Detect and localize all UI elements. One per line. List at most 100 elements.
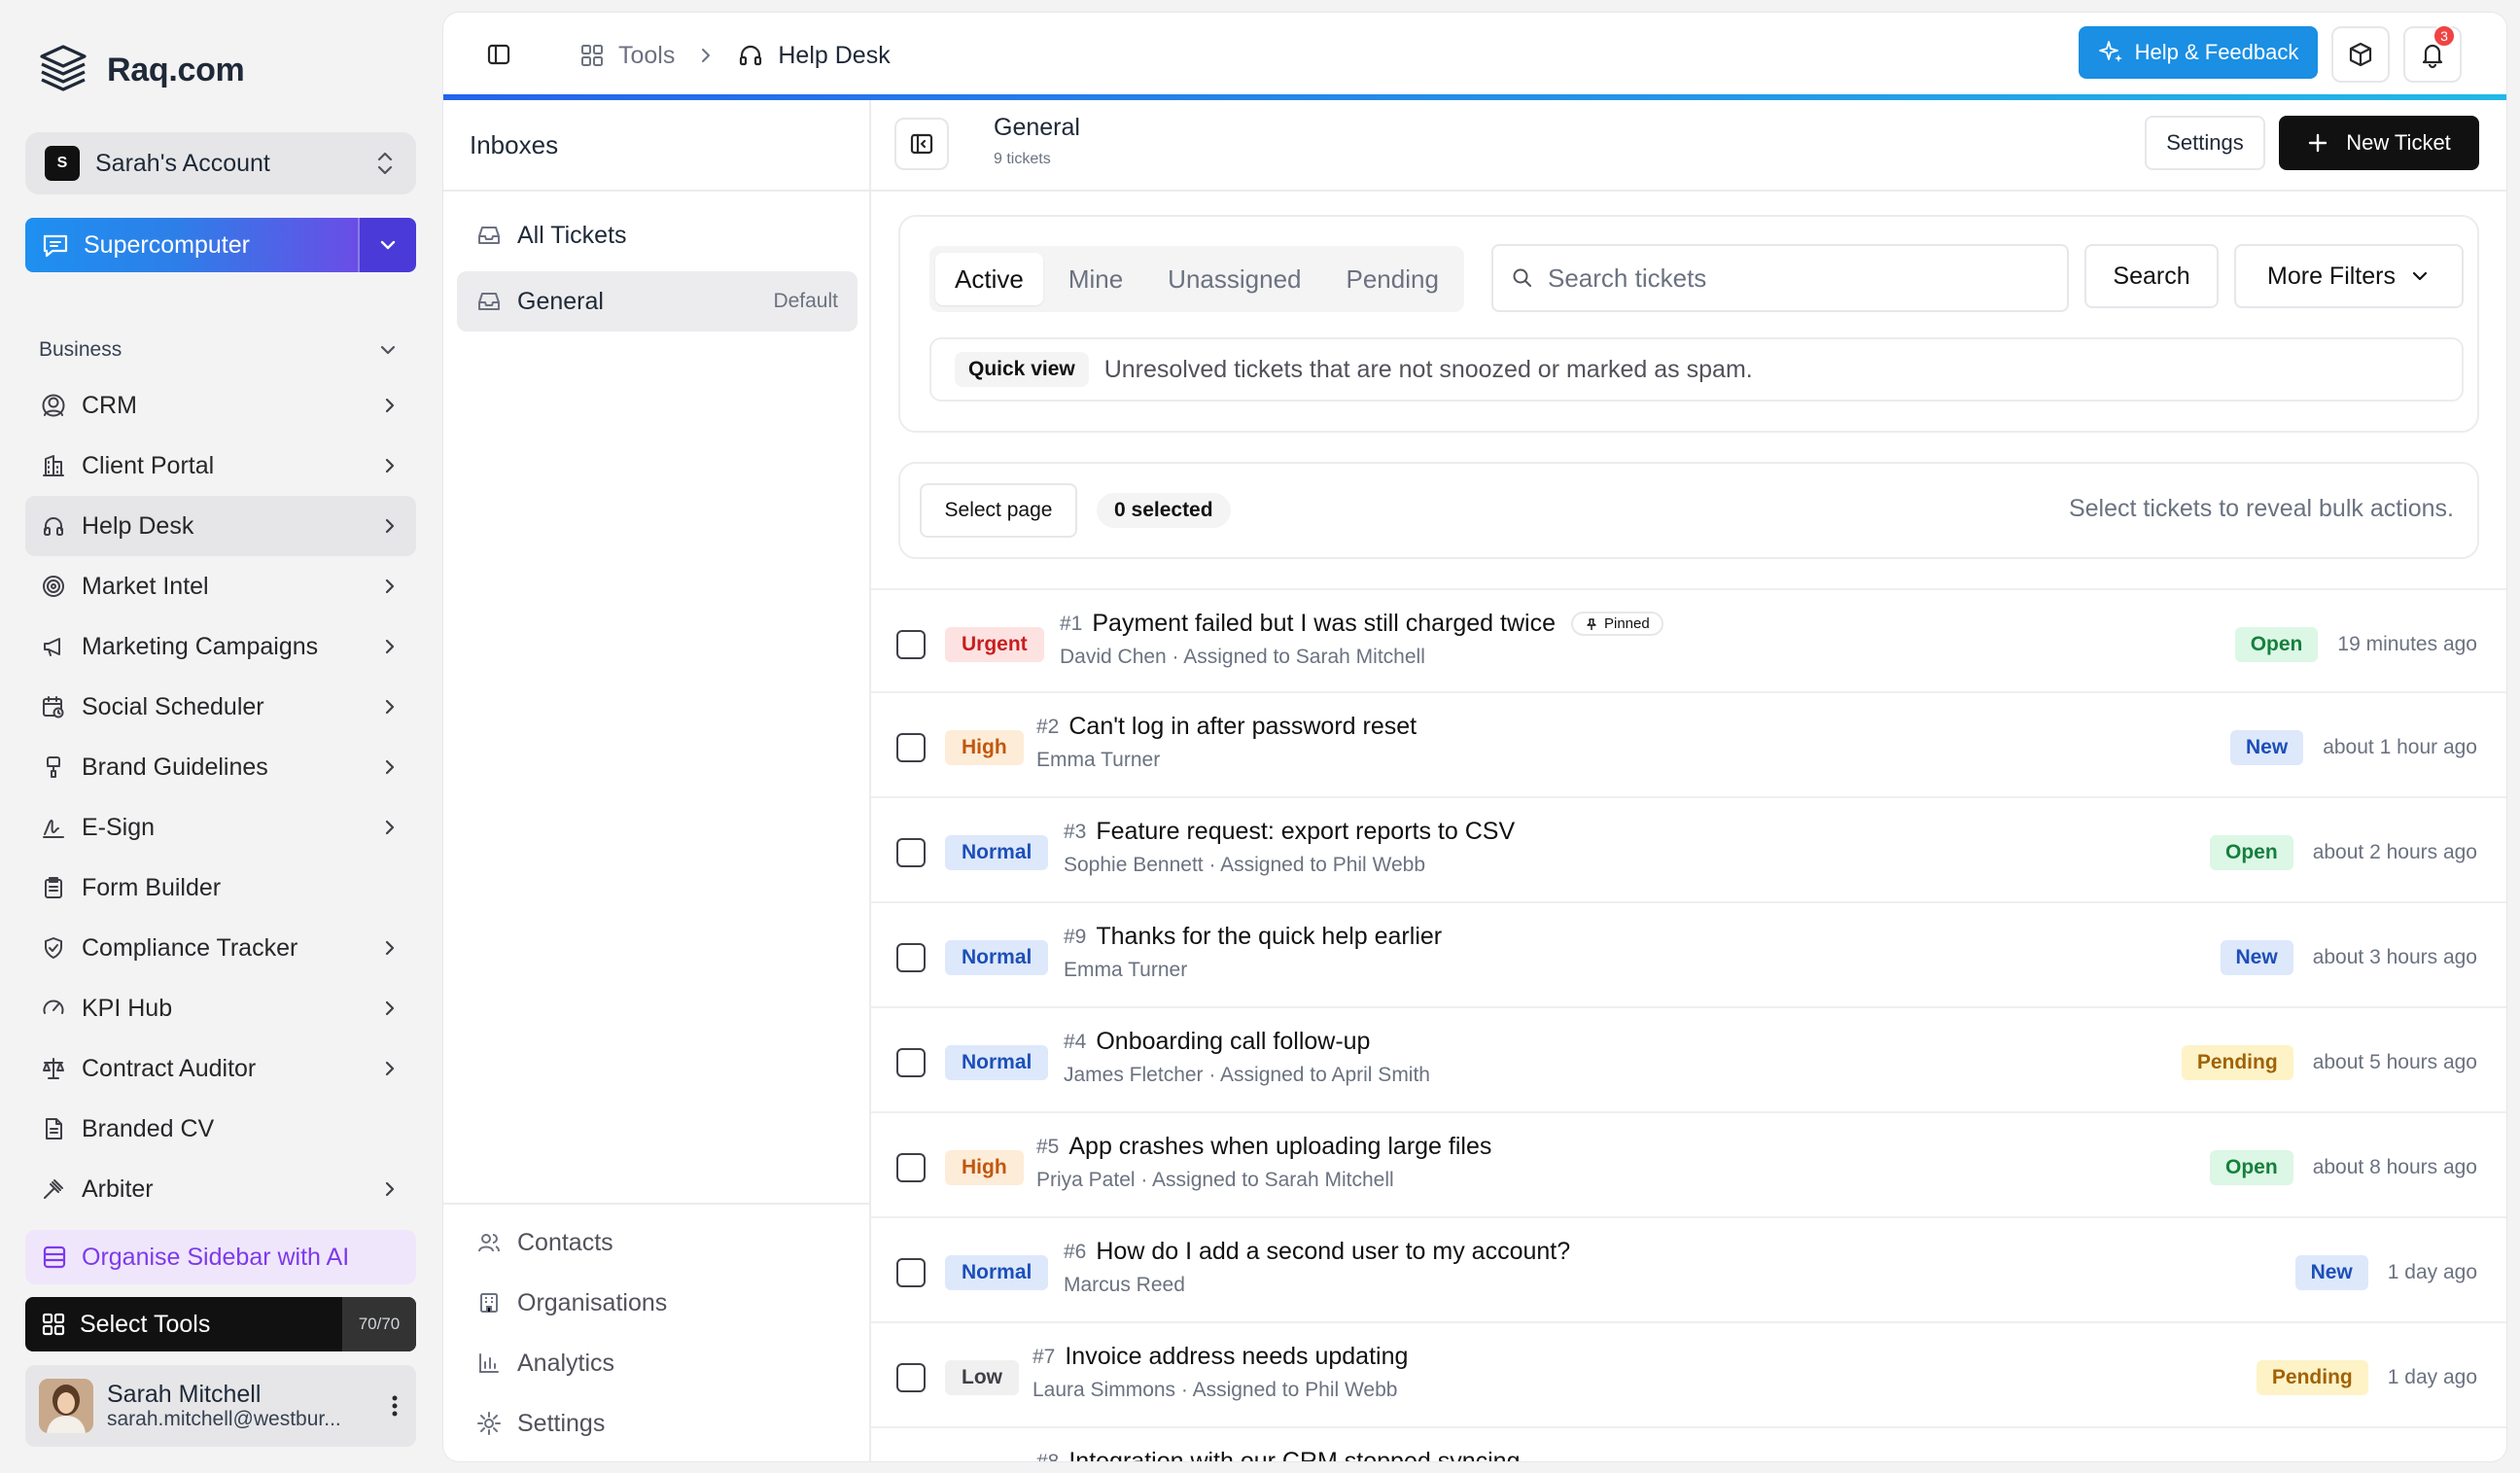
ticket-title[interactable]: Integration with our CRM stopped syncing <box>1068 1448 1520 1461</box>
row-checkbox[interactable] <box>896 1258 926 1287</box>
chat-icon <box>43 234 68 258</box>
search-box[interactable] <box>1491 244 2069 312</box>
tab-unassigned[interactable]: Unassigned <box>1148 253 1320 305</box>
ticket-title[interactable]: Thanks for the quick help earlier <box>1096 923 1442 951</box>
sidebar-item-social-scheduler[interactable]: Social Scheduler <box>25 677 416 737</box>
sidebar-item-kpi-hub[interactable]: KPI Hub <box>25 978 416 1038</box>
supercomputer-dropdown[interactable] <box>358 218 416 272</box>
sidebar-item-compliance-tracker[interactable]: Compliance Tracker <box>25 918 416 978</box>
sparkle-icon <box>2098 41 2122 62</box>
more-filters-button[interactable]: More Filters <box>2234 244 2464 308</box>
sidebar-item-arbiter[interactable]: Arbiter <box>25 1159 416 1219</box>
nav-organisations[interactable]: Organisations <box>443 1273 869 1333</box>
ticket-title[interactable]: How do I add a second user to my account… <box>1096 1238 1570 1266</box>
supercomputer-main[interactable]: Supercomputer <box>25 218 358 272</box>
more-vertical-icon[interactable] <box>389 1392 401 1420</box>
search-input[interactable] <box>1548 263 2067 294</box>
ticket-number: #9 <box>1064 925 1087 948</box>
row-checkbox[interactable] <box>896 630 926 659</box>
ticket-info: #4 Onboarding call follow-up James Fletche… <box>1064 1028 1430 1087</box>
nav-settings[interactable]: Settings <box>443 1393 869 1454</box>
ticket-number: #1 <box>1060 612 1083 635</box>
sidebar-item-contract-auditor[interactable]: Contract Auditor <box>25 1038 416 1099</box>
ticket-count: 9 tickets <box>994 151 1051 167</box>
nav-analytics[interactable]: Analytics <box>443 1333 869 1393</box>
tab-active[interactable]: Active <box>935 253 1043 305</box>
ticket-info: #1 Payment failed but I was still charged… <box>1060 610 1663 669</box>
ticket-title[interactable]: Invoice address needs updating <box>1065 1343 1408 1371</box>
sidebar-item-form-builder[interactable]: Form Builder <box>25 858 416 918</box>
nav-contacts[interactable]: Contacts <box>443 1212 869 1273</box>
tab-pending[interactable]: Pending <box>1326 253 1457 305</box>
table-row[interactable]: Urgent #1 Payment failed but I was still c… <box>871 588 2506 693</box>
priority-badge: Normal <box>945 940 1049 975</box>
ticket-meta: Laura Simmons · Assigned to Phil Webb <box>1032 1379 1398 1401</box>
sidebar-item-brand-guidelines[interactable]: Brand Guidelines <box>25 737 416 797</box>
row-checkbox[interactable] <box>896 1153 926 1182</box>
search-button[interactable]: Search <box>2084 244 2219 308</box>
status-badge: Open <box>2210 835 2293 870</box>
priority-badge: Normal <box>945 1045 1049 1080</box>
table-row[interactable]: High #2 Can't log in after password reset E… <box>871 693 2506 798</box>
breadcrumb-tools[interactable]: Tools <box>618 42 675 70</box>
status-badge: Pending <box>2256 1360 2368 1395</box>
section-business-header[interactable]: Business <box>39 338 399 362</box>
stacked-layers-logo-icon <box>40 45 87 91</box>
ticket-info: #9 Thanks for the quick help earlier Emma … <box>1064 923 1442 982</box>
table-row[interactable]: #8 Integration with our CRM stopped synci… <box>871 1428 2506 1461</box>
notifications-button[interactable]: 3 <box>2403 24 2462 83</box>
inbox-general[interactable]: General Default <box>457 271 858 332</box>
ticket-title[interactable]: Feature request: export reports to CSV <box>1096 818 1515 846</box>
table-row[interactable]: High #5 App crashes when uploading large f… <box>871 1113 2506 1218</box>
sidebar-toggle-icon[interactable] <box>484 40 513 69</box>
sidebar-item-crm[interactable]: CRM <box>25 375 416 436</box>
sidebar-item-e-sign[interactable]: E-Sign <box>25 797 416 858</box>
sidebar-item-branded-cv[interactable]: Branded CV <box>25 1099 416 1159</box>
chevron-up-down-icon <box>377 152 393 175</box>
inbox-all-label: All Tickets <box>517 221 627 249</box>
new-ticket-button[interactable]: New Ticket <box>2279 116 2479 170</box>
row-checkbox[interactable] <box>896 733 926 762</box>
chevron-right-icon <box>385 820 395 835</box>
tab-mine[interactable]: Mine <box>1049 253 1142 305</box>
row-checkbox[interactable] <box>896 943 926 972</box>
ticket-title[interactable]: Onboarding call follow-up <box>1096 1028 1370 1056</box>
chevron-right-icon <box>385 518 395 534</box>
user-menu[interactable]: Sarah Mitchell sarah.mitchell@westbur... <box>25 1365 416 1447</box>
supercomputer-button[interactable]: Supercomputer <box>25 218 416 272</box>
quick-view-pill[interactable]: Quick view <box>955 352 1089 387</box>
chevron-right-icon <box>385 1061 395 1076</box>
building-icon <box>480 1293 498 1313</box>
sidebar-item-client-portal[interactable]: Client Portal <box>25 436 416 496</box>
brand[interactable]: Raq.com <box>35 39 245 101</box>
settings-button[interactable]: Settings <box>2145 116 2265 170</box>
sidebar-item-marketing-campaigns[interactable]: Marketing Campaigns <box>25 616 416 677</box>
row-checkbox[interactable] <box>896 1363 926 1392</box>
table-row[interactable]: Normal #4 Onboarding call follow-up James F… <box>871 1008 2506 1113</box>
inbox-all-tickets[interactable]: All Tickets <box>457 205 858 265</box>
account-switcher[interactable]: S Sarah's Account <box>25 132 416 194</box>
select-tools-label: Select Tools <box>80 1310 211 1338</box>
sidebar-item-label: Help Desk <box>82 511 194 540</box>
organise-sidebar-button[interactable]: Organise Sidebar with AI <box>25 1230 416 1284</box>
table-row[interactable]: Normal #9 Thanks for the quick help earlie… <box>871 903 2506 1008</box>
ticket-info: #6 How do I add a second user to my accou… <box>1064 1238 1570 1297</box>
collapse-inboxes-button[interactable] <box>894 118 949 170</box>
row-checkbox[interactable] <box>896 1048 926 1077</box>
select-tools-button[interactable]: Select Tools 70/70 <box>25 1297 416 1351</box>
table-row[interactable]: Normal #6 How do I add a second user to my… <box>871 1218 2506 1323</box>
ticket-title[interactable]: App crashes when uploading large files <box>1068 1133 1491 1161</box>
table-row[interactable]: Low #7 Invoice address needs updating Laura… <box>871 1323 2506 1428</box>
select-page-button[interactable]: Select page <box>920 483 1077 538</box>
chevron-right-icon <box>385 579 395 594</box>
table-row[interactable]: Normal #3 Feature request: export reports … <box>871 798 2506 903</box>
sidebar-item-help-desk[interactable]: Help Desk <box>25 496 416 556</box>
sidebar: Raq.com S Sarah's Account Supercomputer … <box>0 0 442 1473</box>
ticket-title[interactable]: Can't log in after password reset <box>1068 713 1417 741</box>
help-feedback-button[interactable]: Help & Feedback <box>2079 26 2318 79</box>
row-checkbox[interactable] <box>896 838 926 867</box>
sidebar-item-market-intel[interactable]: Market Intel <box>25 556 416 616</box>
sidebar-item-label: KPI Hub <box>82 994 173 1022</box>
ticket-title[interactable]: Payment failed but I was still charged t… <box>1092 610 1556 638</box>
cube-button[interactable] <box>2331 26 2390 83</box>
